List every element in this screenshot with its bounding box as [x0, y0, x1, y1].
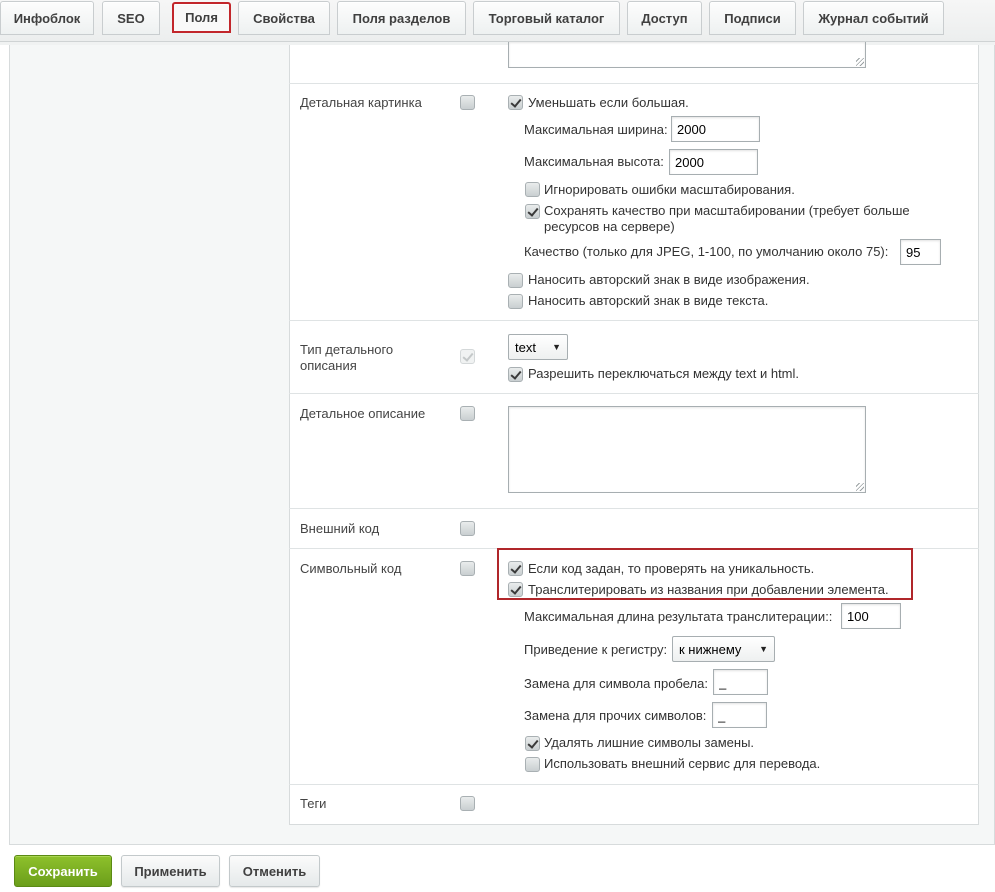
max-width-label: Максимальная ширина: [524, 122, 668, 137]
tab-trade-catalog[interactable]: Торговый каталог [473, 1, 620, 35]
keep-quality-checkbox[interactable] [525, 204, 540, 219]
row-separator [289, 508, 979, 509]
row-separator [289, 784, 979, 785]
tab-event-log[interactable]: Журнал событий [803, 1, 944, 35]
row-separator [289, 320, 979, 321]
case-select-value: к нижнему [679, 641, 742, 657]
external-code-label: Внешний код [300, 521, 380, 536]
ignore-scale-errors-label: Игнорировать ошибки масштабирования. [544, 182, 795, 197]
symbol-code-required-checkbox[interactable] [460, 561, 475, 576]
detail-picture-required-checkbox[interactable] [460, 95, 475, 110]
max-height-input[interactable] [669, 149, 758, 175]
check-unique-label: Если код задан, то проверять на уникальн… [528, 561, 815, 576]
other-replace-label: Замена для прочих символов: [524, 708, 707, 723]
external-service-label: Использовать внешний сервис для перевода… [544, 756, 821, 771]
chevron-down-icon: ▼ [759, 644, 768, 654]
external-service-checkbox[interactable] [525, 757, 540, 772]
chevron-down-icon: ▼ [552, 342, 561, 352]
tab-properties[interactable]: Свойства [238, 1, 330, 35]
row-separator [289, 83, 979, 84]
save-button[interactable]: Сохранить [14, 855, 112, 887]
detail-text-type-required-checkbox [460, 349, 475, 364]
quality-label: Качество (только для JPEG, 1-100, по умо… [524, 244, 889, 259]
transliterate-checkbox[interactable] [508, 582, 523, 597]
quality-input[interactable] [900, 239, 941, 265]
tags-required-checkbox[interactable] [460, 796, 475, 811]
tab-seo[interactable]: SEO [102, 1, 160, 35]
watermark-image-checkbox[interactable] [508, 273, 523, 288]
preview-text-textarea[interactable] [508, 42, 866, 68]
tab-access[interactable]: Доступ [627, 1, 702, 35]
ignore-scale-errors-checkbox[interactable] [525, 182, 540, 197]
resize-grip-icon[interactable] [856, 483, 864, 491]
detail-text-required-checkbox[interactable] [460, 406, 475, 421]
row-separator [289, 393, 979, 394]
detail-text-type-label: Тип детального описания [300, 342, 394, 373]
tab-fields[interactable]: Поля [172, 2, 231, 33]
detail-text-default-textarea[interactable] [508, 406, 866, 493]
tab-section-fields[interactable]: Поля разделов [337, 1, 466, 35]
shrink-if-large-checkbox[interactable] [508, 95, 523, 110]
max-length-label: Максимальная длина результата транслитер… [524, 609, 833, 624]
shrink-if-large-label: Уменьшать если большая. [528, 95, 689, 110]
case-select[interactable]: к нижнему ▼ [672, 636, 775, 662]
watermark-text-checkbox[interactable] [508, 294, 523, 309]
max-length-input[interactable] [841, 603, 901, 629]
transliterate-label: Транслитерировать из названия при добавл… [528, 582, 889, 597]
tab-bar: Инфоблок SEO Поля Свойства Поля разделов… [0, 0, 995, 42]
apply-button[interactable]: Применить [121, 855, 220, 887]
watermark-image-label: Наносить авторский знак в виде изображен… [528, 272, 810, 287]
space-replace-label: Замена для символа пробела: [524, 676, 708, 691]
resize-grip-icon[interactable] [856, 58, 864, 66]
max-width-input[interactable] [671, 116, 760, 142]
tab-infoblock[interactable]: Инфоблок [0, 1, 94, 35]
allow-switch-label: Разрешить переключаться между text и htm… [528, 366, 800, 381]
detail-text-label: Детальное описание [300, 406, 426, 421]
tab-captions[interactable]: Подписи [709, 1, 796, 35]
allow-switch-checkbox[interactable] [508, 367, 523, 382]
cancel-button[interactable]: Отменить [229, 855, 320, 887]
keep-quality-label: Сохранять качество при масштабировании (… [544, 203, 910, 234]
space-replace-input[interactable] [713, 669, 768, 695]
detail-text-type-select[interactable]: text ▼ [508, 334, 568, 360]
max-height-label: Максимальная высота: [524, 154, 664, 169]
remove-extra-label: Удалять лишние символы замены. [544, 735, 755, 750]
detail-text-type-select-value: text [515, 339, 536, 355]
watermark-text-label: Наносить авторский знак в виде текста. [528, 293, 769, 308]
detail-picture-label: Детальная картинка [300, 95, 422, 110]
remove-extra-checkbox[interactable] [525, 736, 540, 751]
case-label: Приведение к регистру: [524, 642, 668, 657]
external-code-required-checkbox[interactable] [460, 521, 475, 536]
symbol-code-label: Символьный код [300, 561, 402, 576]
check-unique-checkbox[interactable] [508, 561, 523, 576]
tags-label: Теги [300, 796, 327, 811]
other-replace-input[interactable] [712, 702, 767, 728]
